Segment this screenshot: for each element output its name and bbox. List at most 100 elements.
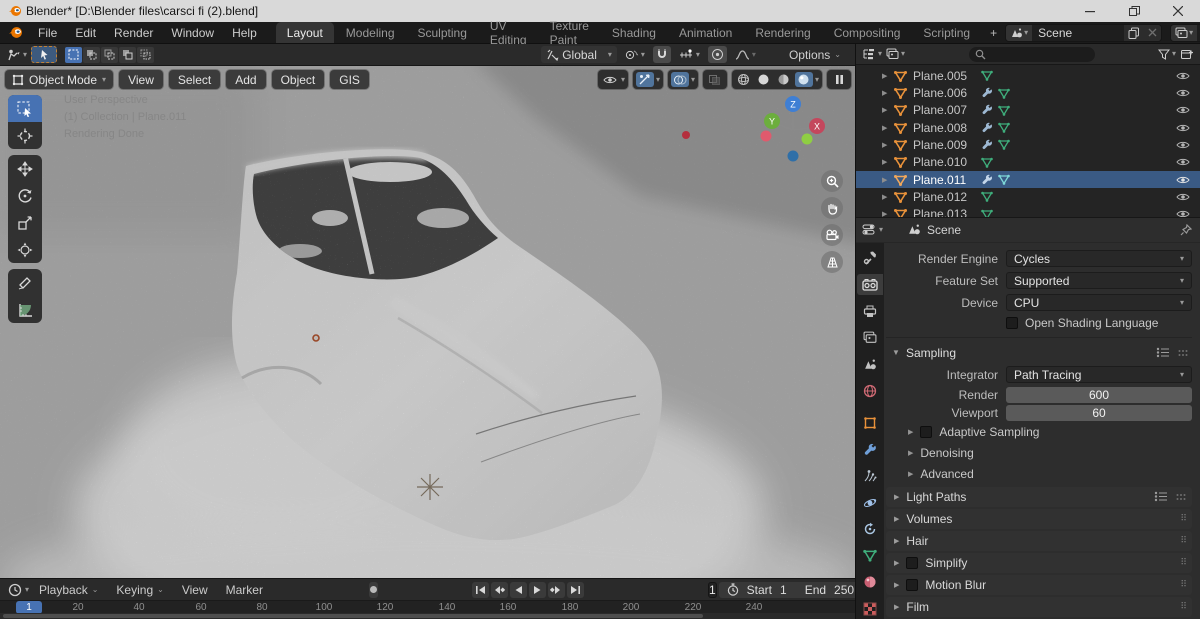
feature-set-dropdown[interactable]: Supported ▾: [1006, 272, 1192, 289]
navigation-gizmo[interactable]: Z X Y: [757, 92, 829, 164]
tab-shading[interactable]: Shading: [601, 22, 667, 43]
tab-modeling[interactable]: Modeling: [335, 22, 406, 43]
overlays-dropdown[interactable]: ▾: [667, 70, 698, 89]
viewport-menu-gis[interactable]: GIS: [330, 70, 369, 89]
render-engine-dropdown[interactable]: Cycles ▾: [1006, 250, 1192, 267]
film-panel[interactable]: ▶ Film ⠿: [886, 596, 1192, 617]
outliner-item[interactable]: ▶ Plane.005: [856, 67, 1200, 84]
play-reverse-button[interactable]: [509, 581, 527, 598]
motion-blur-panel[interactable]: ▶ Motion Blur ⠿: [886, 574, 1192, 595]
jump-to-start-button[interactable]: [471, 581, 489, 598]
outliner-filter-button[interactable]: ▾: [1158, 49, 1176, 60]
menu-file[interactable]: File: [29, 22, 66, 43]
hair-panel[interactable]: ▶ Hair ⠿: [886, 530, 1192, 551]
viewport-samples-slider[interactable]: 60: [1006, 404, 1192, 421]
snap-toggle[interactable]: [652, 46, 671, 63]
outliner-item[interactable]: ▶ Plane.007: [856, 102, 1200, 119]
disclosure-arrow-icon[interactable]: ▶: [882, 89, 894, 97]
tool-scale[interactable]: [8, 209, 42, 236]
viewport-menu-view[interactable]: View: [119, 70, 163, 89]
shading-rendered-button[interactable]: [794, 72, 813, 87]
outliner-display-mode-button[interactable]: ▾: [886, 48, 905, 60]
viewport-menu-select[interactable]: Select: [168, 70, 221, 89]
scene-new-button[interactable]: [1124, 24, 1145, 41]
active-tool-select-box[interactable]: [31, 46, 58, 63]
disclosure-arrow-icon[interactable]: ▶: [882, 124, 894, 132]
viewport-menu-add[interactable]: Add: [226, 70, 266, 89]
tool-annotate[interactable]: [8, 269, 42, 296]
mode-dropdown[interactable]: Object Mode ▾: [5, 70, 114, 89]
restore-button[interactable]: [1112, 0, 1156, 22]
properties-tab-particles[interactable]: [857, 466, 883, 487]
volumes-panel[interactable]: ▶ Volumes ⠿: [886, 508, 1192, 529]
simplify-panel[interactable]: ▶ Simplify ⠿: [886, 552, 1192, 573]
timeline-editor-type-button[interactable]: ▾: [6, 583, 29, 597]
properties-tab-world[interactable]: [857, 380, 883, 401]
osl-checkbox[interactable]: [1006, 316, 1018, 329]
denoising-subpanel[interactable]: ▶ Denoising: [886, 443, 1192, 464]
playback-menu[interactable]: Playback ⌄: [31, 583, 106, 597]
pin-button[interactable]: [1180, 223, 1192, 236]
perspective-toggle-button[interactable]: [821, 251, 843, 273]
menu-edit[interactable]: Edit: [66, 22, 105, 43]
tab-compositing[interactable]: Compositing: [823, 22, 912, 43]
tool-measure[interactable]: [8, 296, 42, 323]
menu-render[interactable]: Render: [105, 22, 162, 43]
transform-orientation-dropdown[interactable]: Global ▾: [541, 46, 617, 63]
properties-editor-type-button[interactable]: ▾: [862, 223, 883, 236]
editor-type-button[interactable]: ▾: [6, 48, 27, 62]
start-value[interactable]: 1: [780, 583, 787, 597]
disclosure-arrow-icon[interactable]: ▶: [882, 141, 894, 149]
timeline-ruler[interactable]: 20 40 60 80 100 120 140 160 180 200 220 …: [0, 600, 855, 615]
visibility-eye-icon[interactable]: [1176, 123, 1190, 133]
render-samples-slider[interactable]: 600: [1006, 386, 1192, 403]
visibility-eye-icon[interactable]: [1176, 175, 1190, 185]
xray-toggle[interactable]: [702, 70, 727, 89]
disclosure-arrow-icon[interactable]: ▶: [882, 158, 894, 166]
viewport-3d[interactable]: Object Mode ▾ View Select Add Object GIS…: [0, 66, 855, 578]
properties-tab-output[interactable]: [857, 301, 883, 322]
close-button[interactable]: [1156, 0, 1200, 22]
outliner-item[interactable]: ▶ Plane.006: [856, 84, 1200, 101]
outliner-item-selected[interactable]: ▶ Plane.011: [856, 170, 1200, 189]
light-paths-panel[interactable]: ▶ Light Paths: [886, 486, 1192, 507]
tab-sculpting[interactable]: Sculpting: [407, 22, 478, 43]
adaptive-sampling-checkbox[interactable]: [920, 426, 933, 438]
menu-window[interactable]: Window: [162, 22, 223, 43]
prev-keyframe-button[interactable]: [490, 581, 508, 598]
proportional-falloff-dropdown[interactable]: ▾: [732, 46, 759, 63]
properties-tab-material[interactable]: [857, 572, 883, 593]
shading-wireframe-button[interactable]: [735, 72, 753, 87]
select-mode-subtract[interactable]: [101, 46, 119, 63]
visibility-eye-icon[interactable]: [1176, 157, 1190, 167]
current-frame-field[interactable]: 1: [707, 581, 717, 598]
object-visibility-dropdown[interactable]: ▾: [597, 70, 628, 89]
visibility-eye-icon[interactable]: [1176, 140, 1190, 150]
properties-tab-view-layer[interactable]: [857, 327, 883, 348]
outliner-item[interactable]: ▶ Plane.008: [856, 119, 1200, 136]
properties-tab-scene[interactable]: [857, 354, 883, 375]
sampling-section-header[interactable]: ▼ Sampling: [886, 342, 1192, 364]
tab-layout[interactable]: Layout: [275, 22, 334, 43]
options-dropdown[interactable]: Options ⌄: [789, 48, 841, 62]
camera-view-button[interactable]: [821, 224, 843, 246]
device-dropdown[interactable]: CPU ▾: [1006, 294, 1192, 311]
simplify-checkbox[interactable]: [906, 556, 919, 569]
select-mode-set[interactable]: [65, 46, 83, 63]
tool-move[interactable]: [8, 155, 42, 182]
keying-menu[interactable]: Keying ⌄: [108, 583, 171, 597]
next-keyframe-button[interactable]: [547, 581, 565, 598]
tab-texture-paint[interactable]: Texture Paint: [539, 19, 600, 47]
outliner-item[interactable]: ▶ Plane.010: [856, 154, 1200, 171]
properties-tab-physics[interactable]: [857, 492, 883, 513]
add-workspace-button[interactable]: +: [982, 22, 1005, 43]
outliner-item[interactable]: ▶ Plane.009: [856, 136, 1200, 153]
tab-uv-editing[interactable]: UV Editing: [479, 19, 538, 47]
properties-tab-tool[interactable]: [857, 248, 883, 269]
play-button[interactable]: [528, 581, 546, 598]
select-mode-invert[interactable]: [119, 46, 137, 63]
view-layer-browse-button[interactable]: ▾: [1171, 24, 1198, 41]
shading-solid-button[interactable]: [755, 72, 773, 87]
marker-menu[interactable]: Marker: [218, 583, 271, 597]
tool-transform[interactable]: [8, 236, 42, 263]
